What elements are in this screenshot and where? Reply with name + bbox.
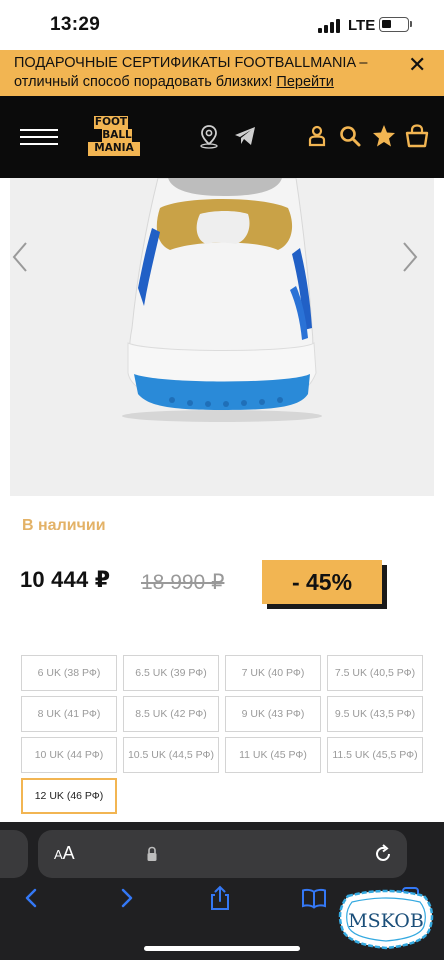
close-icon[interactable]: ✕	[408, 54, 426, 76]
size-option[interactable]: 8 UK (41 РФ)	[21, 696, 117, 732]
size-option[interactable]: 9 UK (43 РФ)	[225, 696, 321, 732]
watermark-text: MSKOB	[348, 910, 424, 932]
menu-icon[interactable]	[20, 129, 58, 145]
forward-icon[interactable]	[112, 884, 140, 912]
telegram-icon[interactable]	[232, 123, 258, 149]
size-option[interactable]: 8.5 UK (42 РФ)	[123, 696, 219, 732]
watermark-badge: MSKOB	[338, 889, 434, 950]
battery-icon	[379, 17, 409, 32]
size-option[interactable]: 6 UK (38 РФ)	[21, 655, 117, 691]
battery-cap	[410, 21, 412, 27]
size-option[interactable]: 12 UK (46 РФ)	[21, 778, 117, 814]
back-icon[interactable]	[18, 884, 46, 912]
bookmarks-icon[interactable]	[300, 884, 328, 912]
size-option[interactable]: 7.5 UK (40,5 РФ)	[327, 655, 423, 691]
text-size-button[interactable]: AA	[54, 843, 75, 864]
location-pin-icon[interactable]	[196, 123, 222, 149]
discount-badge: - 45%	[262, 560, 382, 604]
promo-text-block: ПОДАРОЧНЫЕ СЕРТИФИКАТЫ FOOTBALLMANIA – о…	[14, 54, 410, 92]
cellular-signal-icon	[318, 19, 344, 33]
cart-icon[interactable]	[404, 123, 430, 149]
old-price: 18 990 ₽	[141, 571, 225, 594]
previous-image-arrow-icon[interactable]	[8, 239, 32, 275]
shoe-illustration	[122, 178, 322, 422]
promo-link[interactable]: Перейти	[276, 74, 333, 90]
size-option[interactable]: 10.5 UK (44,5 РФ)	[123, 737, 219, 773]
next-image-arrow-icon[interactable]	[398, 239, 422, 275]
site-header: FOOT BALL MANIA	[0, 96, 444, 178]
logo-line-2: BALL	[102, 129, 132, 142]
availability-status: В наличии	[22, 517, 106, 534]
star-icon[interactable]	[371, 123, 397, 149]
size-option[interactable]: 9.5 UK (43,5 РФ)	[327, 696, 423, 732]
address-bar[interactable]: AA	[38, 830, 407, 878]
size-option[interactable]: 7 UK (40 РФ)	[225, 655, 321, 691]
user-icon[interactable]	[304, 123, 330, 149]
text-size-large: A	[62, 843, 75, 863]
network-type: LTE	[348, 17, 376, 34]
home-indicator	[144, 946, 300, 951]
size-option[interactable]: 6.5 UK (39 РФ)	[123, 655, 219, 691]
share-icon[interactable]	[206, 884, 234, 912]
status-time: 13:29	[50, 14, 101, 35]
status-bar: 13:29 LTE	[0, 0, 444, 50]
current-price: 10 444 ₽	[20, 567, 111, 592]
size-option[interactable]: 11 UK (45 РФ)	[225, 737, 321, 773]
text-size-small: A	[54, 847, 63, 862]
reload-icon[interactable]	[372, 843, 394, 865]
size-option[interactable]: 10 UK (44 РФ)	[21, 737, 117, 773]
product-image[interactable]	[10, 178, 434, 496]
previous-tab-preview[interactable]	[0, 830, 28, 878]
promo-banner: ПОДАРОЧНЫЕ СЕРТИФИКАТЫ FOOTBALLMANIA – о…	[0, 50, 444, 96]
lock-icon	[147, 846, 157, 861]
logo-line-1: FOOT	[94, 116, 128, 129]
logo-line-3: MANIA	[88, 142, 140, 156]
size-option[interactable]: 11.5 UK (45,5 РФ)	[327, 737, 423, 773]
search-icon[interactable]	[337, 123, 363, 149]
site-logo[interactable]: FOOT BALL MANIA	[88, 116, 142, 158]
